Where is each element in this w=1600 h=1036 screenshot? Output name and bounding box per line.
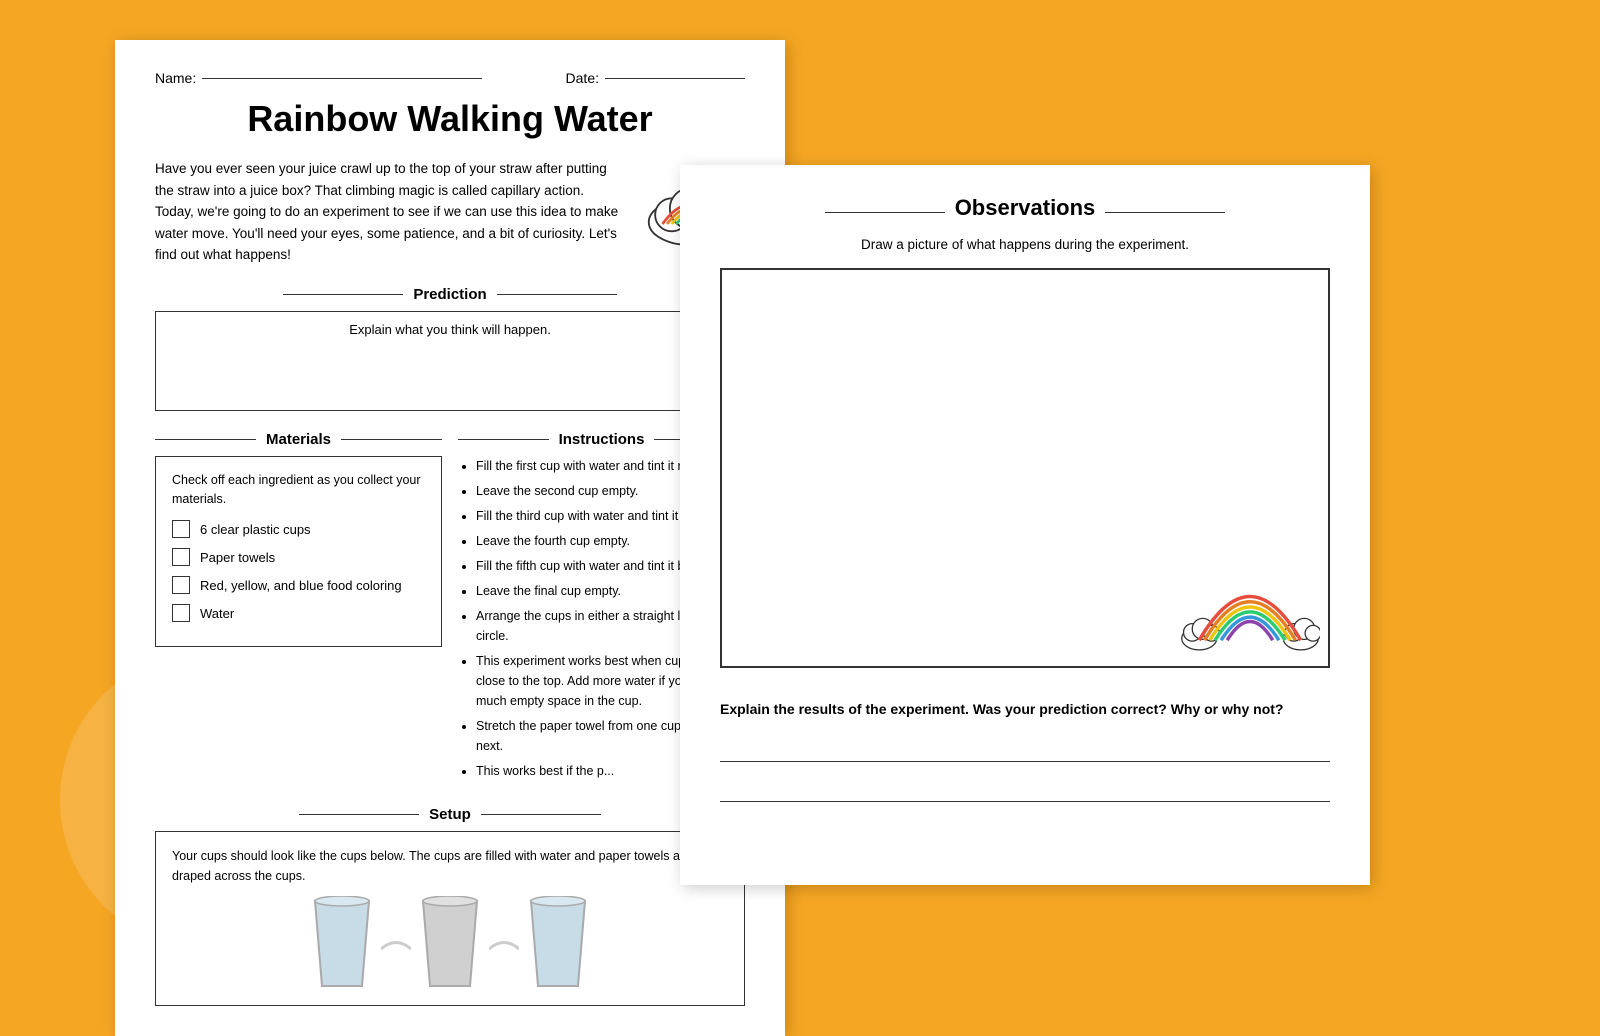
materials-box: Check off each ingredient as you collect…: [155, 456, 442, 648]
checklist-item-1: 6 clear plastic cups: [172, 520, 425, 538]
checkbox-food-coloring[interactable]: [172, 576, 190, 594]
setup-text: Your cups should look like the cups belo…: [172, 846, 728, 886]
obs-line-left: [825, 212, 945, 213]
draw-box: [720, 268, 1330, 668]
inst-line-left: [458, 439, 549, 440]
prediction-box: Explain what you think will happen.: [155, 311, 745, 411]
materials-desc: Check off each ingredient as you collect…: [172, 471, 425, 509]
checkbox-cups[interactable]: [172, 520, 190, 538]
date-field: Date:: [566, 70, 745, 86]
paper-towel-2: [489, 931, 519, 951]
checkbox-water[interactable]: [172, 604, 190, 622]
cup-2: [415, 896, 485, 991]
results-text: Explain the results of the experiment. W…: [720, 698, 1330, 720]
cup-3: [523, 896, 593, 991]
prediction-title: Prediction: [413, 286, 486, 303]
materials-header-row: Materials: [155, 431, 442, 448]
intro-section: Have you ever seen your juice crawl up t…: [155, 158, 745, 266]
date-label: Date:: [566, 70, 599, 86]
date-input-line: [605, 78, 745, 79]
setup-line-left: [299, 814, 419, 815]
checklist-item-2: Paper towels: [172, 548, 425, 566]
mat-line-left: [155, 439, 256, 440]
materials-title: Materials: [266, 431, 331, 448]
prediction-header: Prediction: [155, 286, 745, 303]
page-title: Rainbow Walking Water: [155, 98, 745, 140]
item-paper-towels-label: Paper towels: [200, 550, 275, 565]
checklist-item-3: Red, yellow, and blue food coloring: [172, 576, 425, 594]
item-food-coloring-label: Red, yellow, and blue food coloring: [200, 578, 402, 593]
line-right: [497, 294, 617, 295]
name-field: Name:: [155, 70, 482, 86]
observations-title: Observations: [955, 195, 1096, 221]
observations-header-row: Observations: [720, 195, 1330, 229]
answer-line-2: [720, 780, 1330, 802]
materials-column: Materials Check off each ingredient as y…: [155, 431, 442, 786]
intro-text: Have you ever seen your juice crawl up t…: [155, 158, 619, 266]
checkbox-paper-towels[interactable]: [172, 548, 190, 566]
setup-title: Setup: [429, 806, 471, 823]
cups-illustration: [172, 896, 728, 991]
materials-instructions-row: Materials Check off each ingredient as y…: [155, 431, 745, 786]
mat-line-right: [341, 439, 442, 440]
checklist-item-4: Water: [172, 604, 425, 622]
line-left: [283, 294, 403, 295]
observations-subtitle: Draw a picture of what happens during th…: [720, 237, 1330, 252]
prediction-subtitle: Explain what you think will happen.: [166, 322, 734, 337]
instructions-title: Instructions: [559, 431, 645, 448]
setup-header-row: Setup: [155, 806, 745, 823]
item-water-label: Water: [200, 606, 234, 621]
setup-box: Your cups should look like the cups belo…: [155, 831, 745, 1006]
setup-line-right: [481, 814, 601, 815]
cup-1: [307, 896, 377, 991]
answer-line-1: [720, 740, 1330, 762]
item-cups-label: 6 clear plastic cups: [200, 522, 311, 537]
name-label: Name:: [155, 70, 196, 86]
name-input-line: [202, 78, 482, 79]
worksheet-page2: Observations Draw a picture of what happ…: [680, 165, 1370, 885]
corner-rainbow-icon: [1180, 544, 1320, 658]
paper-towel-1: [381, 931, 411, 951]
name-date-row: Name: Date:: [155, 70, 745, 86]
obs-line-right: [1105, 212, 1225, 213]
